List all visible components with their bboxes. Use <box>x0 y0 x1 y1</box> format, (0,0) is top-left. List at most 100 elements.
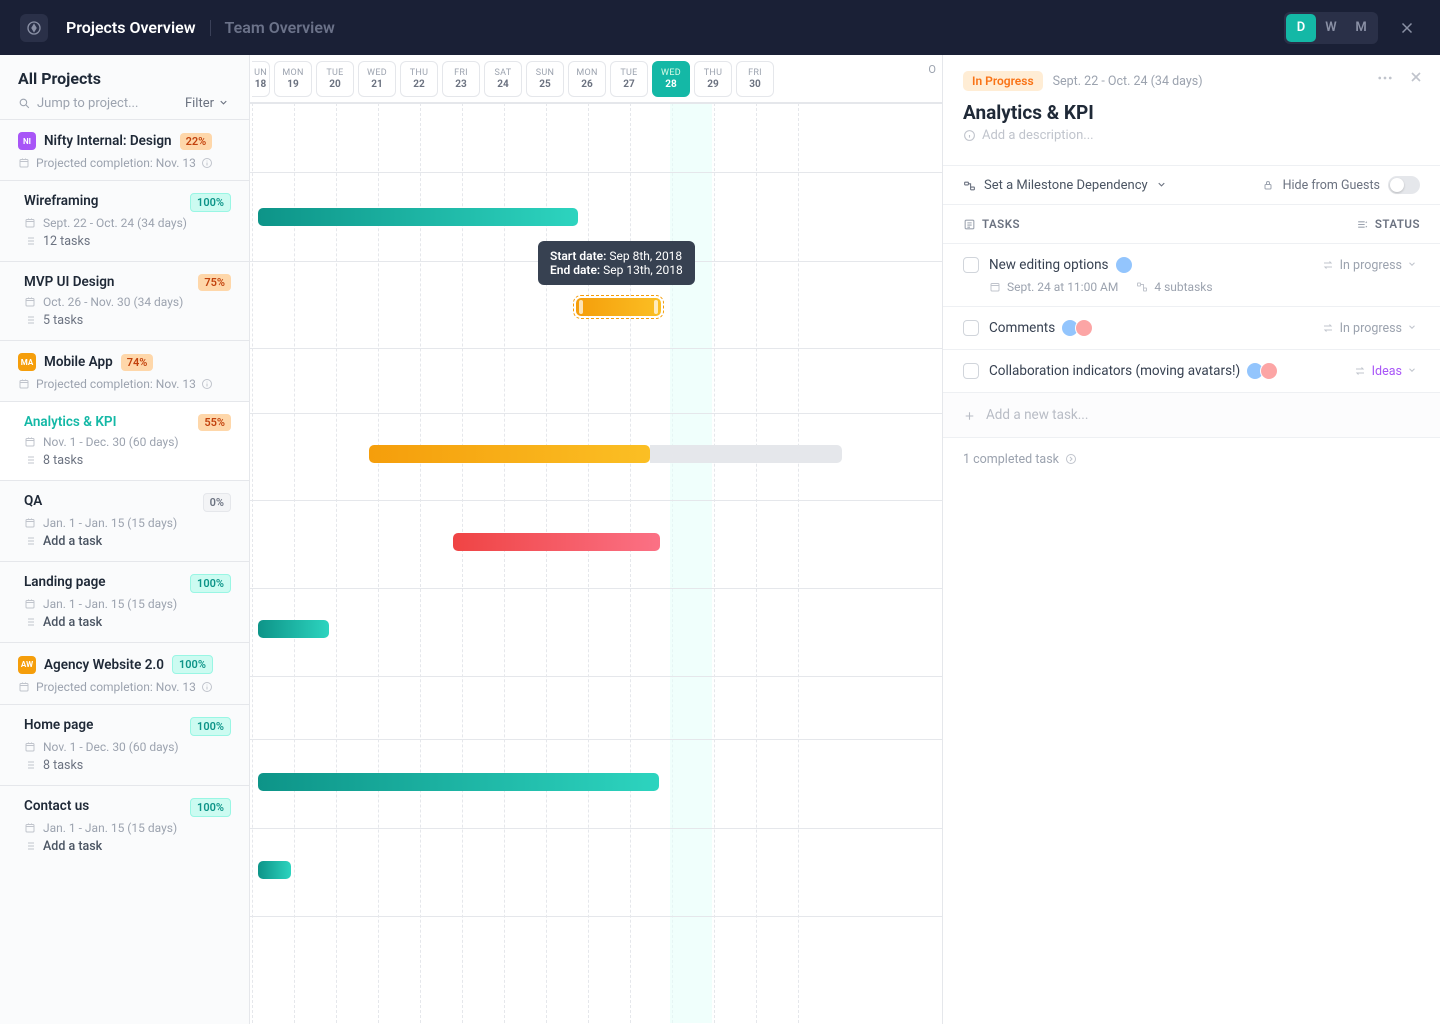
milestone-subline[interactable]: Add a task <box>43 534 102 549</box>
search-input[interactable]: Jump to project... <box>18 96 138 111</box>
filter-button[interactable]: Filter <box>185 96 231 111</box>
milestone-item[interactable]: Wireframing 100% Sept. 22 - Oct. 24 (34 … <box>0 180 249 261</box>
list-icon <box>24 235 37 248</box>
calendar-icon <box>989 281 1002 294</box>
set-dependency-button[interactable]: Set a Milestone Dependency <box>963 178 1169 193</box>
completed-tasks-link[interactable]: 1 completed task <box>943 438 1440 481</box>
date-cell[interactable]: WED21 <box>358 61 396 97</box>
view-mode-week[interactable]: W <box>1316 14 1346 42</box>
calendar-icon <box>24 517 37 530</box>
bar-wireframing[interactable] <box>258 208 578 226</box>
milestone-subline[interactable]: Add a task <box>43 839 102 854</box>
milestone-date: Jan. 1 - Jan. 15 (15 days) <box>43 821 177 835</box>
detail-date-range[interactable]: Sept. 22 - Oct. 24 (34 days) <box>1053 74 1203 89</box>
milestone-date: Nov. 1 - Dec. 30 (60 days) <box>43 740 179 754</box>
app-logo[interactable] <box>20 14 48 42</box>
task-status-select[interactable]: In progress <box>1322 258 1420 273</box>
task-row[interactable]: Comments In progress <box>943 307 1440 350</box>
chevron-down-icon <box>1407 259 1420 272</box>
avatar <box>1115 256 1133 274</box>
milestone-progress-badge: 75% <box>198 274 231 291</box>
project-name: Nifty Internal: Design <box>44 133 172 149</box>
date-cell[interactable]: TUE27 <box>610 61 648 97</box>
milestone-name: MVP UI Design <box>24 274 114 290</box>
date-cell[interactable]: SAT24 <box>484 61 522 97</box>
bar-analytics-kpi-remaining[interactable] <box>650 445 842 463</box>
date-cell[interactable]: WED28 <box>652 61 690 97</box>
milestone-date: Jan. 1 - Jan. 15 (15 days) <box>43 516 177 530</box>
add-task-button[interactable]: Add a new task... <box>943 393 1440 438</box>
chevron-right-icon <box>1065 453 1078 466</box>
list-icon <box>24 759 37 772</box>
date-cell[interactable]: THU22 <box>400 61 438 97</box>
milestone-item[interactable]: MVP UI Design 75% Oct. 26 - Nov. 30 (34 … <box>0 261 249 340</box>
tab-team-overview[interactable]: Team Overview <box>225 14 335 41</box>
timeline-lanes[interactable]: Start date: Sep 8th, 2018 End date: Sep … <box>250 103 942 1023</box>
milestone-name: Landing page <box>24 574 106 590</box>
close-icon[interactable] <box>1394 15 1420 41</box>
bar-home-page[interactable] <box>258 773 659 791</box>
task-name: Collaboration indicators (moving avatars… <box>989 363 1240 379</box>
sidebar-title: All Projects <box>18 69 231 88</box>
milestone-item[interactable]: Landing page 100% Jan. 1 - Jan. 15 (15 d… <box>0 561 249 642</box>
view-mode-month[interactable]: M <box>1346 14 1376 42</box>
detail-title[interactable]: Analytics & KPI <box>963 101 1420 124</box>
bar-analytics-kpi-progress[interactable] <box>369 445 650 463</box>
date-cell[interactable]: THU29 <box>694 61 732 97</box>
milestone-item[interactable]: Contact us 100% Jan. 1 - Jan. 15 (15 day… <box>0 785 249 866</box>
bar-landing-page[interactable] <box>258 620 329 638</box>
tasks-header: TASKS <box>982 217 1020 231</box>
date-header: UN18MON19TUE20WED21THU22FRI23SAT24SUN25M… <box>250 55 942 103</box>
bar-mvp-ui-design[interactable] <box>576 298 661 316</box>
date-cell[interactable]: MON19 <box>274 61 312 97</box>
avatar-group <box>1119 256 1133 274</box>
task-checkbox[interactable] <box>963 363 979 379</box>
list-icon <box>24 616 37 629</box>
task-checkbox[interactable] <box>963 257 979 273</box>
milestone-progress-badge: 100% <box>190 717 231 736</box>
project-group[interactable]: NI Nifty Internal: Design 22% Projected … <box>0 119 249 180</box>
date-cell[interactable]: UN18 <box>252 61 270 97</box>
milestone-item[interactable]: Home page 100% Nov. 1 - Dec. 30 (60 days… <box>0 704 249 785</box>
detail-description-input[interactable]: Add a description... <box>963 128 1420 143</box>
milestone-progress-badge: 0% <box>203 493 231 512</box>
date-cell[interactable]: MON26 <box>568 61 606 97</box>
status-icon <box>1356 218 1369 231</box>
tasks-icon <box>963 218 976 231</box>
detail-panel: In Progress Sept. 22 - Oct. 24 (34 days)… <box>942 55 1440 1024</box>
bar-contact-us[interactable] <box>258 861 291 879</box>
chevron-down-icon <box>218 97 231 110</box>
calendar-icon <box>24 436 37 449</box>
task-row[interactable]: New editing options In progress Sept. 24… <box>943 244 1440 307</box>
milestone-item[interactable]: QA 0% Jan. 1 - Jan. 15 (15 days) Add a t… <box>0 480 249 561</box>
close-panel-icon[interactable] <box>1408 69 1424 87</box>
view-mode-day[interactable]: D <box>1286 14 1316 42</box>
task-status-select[interactable]: Ideas <box>1354 364 1420 379</box>
date-cell[interactable]: FRI23 <box>442 61 480 97</box>
project-group[interactable]: AW Agency Website 2.0 100% Projected com… <box>0 642 249 704</box>
milestone-name: QA <box>24 493 42 509</box>
task-status-select[interactable]: In progress <box>1322 321 1420 336</box>
avatar <box>1260 362 1278 380</box>
resize-cursor-icon <box>654 275 668 289</box>
tab-projects-overview[interactable]: Projects Overview <box>66 14 196 41</box>
milestone-subline[interactable]: Add a task <box>43 615 102 630</box>
project-group[interactable]: MA Mobile App 74% Projected completion: … <box>0 340 249 401</box>
dependency-icon <box>963 179 976 192</box>
task-checkbox[interactable] <box>963 320 979 336</box>
milestone-name: Contact us <box>24 798 89 814</box>
status-badge[interactable]: In Progress <box>963 71 1043 91</box>
calendar-icon <box>24 741 37 754</box>
milestone-date: Sept. 22 - Oct. 24 (34 days) <box>43 216 187 230</box>
date-cell[interactable]: FRI30 <box>736 61 774 97</box>
hide-guests-toggle[interactable] <box>1388 176 1420 194</box>
date-cell[interactable]: SUN25 <box>526 61 564 97</box>
calendar-icon <box>18 681 31 694</box>
more-icon[interactable] <box>1376 69 1394 87</box>
task-row[interactable]: Collaboration indicators (moving avatars… <box>943 350 1440 393</box>
task-name: Comments <box>989 320 1055 336</box>
task-subtasks[interactable]: 4 subtasks <box>1136 280 1212 294</box>
date-cell[interactable]: TUE20 <box>316 61 354 97</box>
milestone-item[interactable]: Analytics & KPI 55% Nov. 1 - Dec. 30 (60… <box>0 401 249 480</box>
bar-qa[interactable] <box>453 533 660 551</box>
